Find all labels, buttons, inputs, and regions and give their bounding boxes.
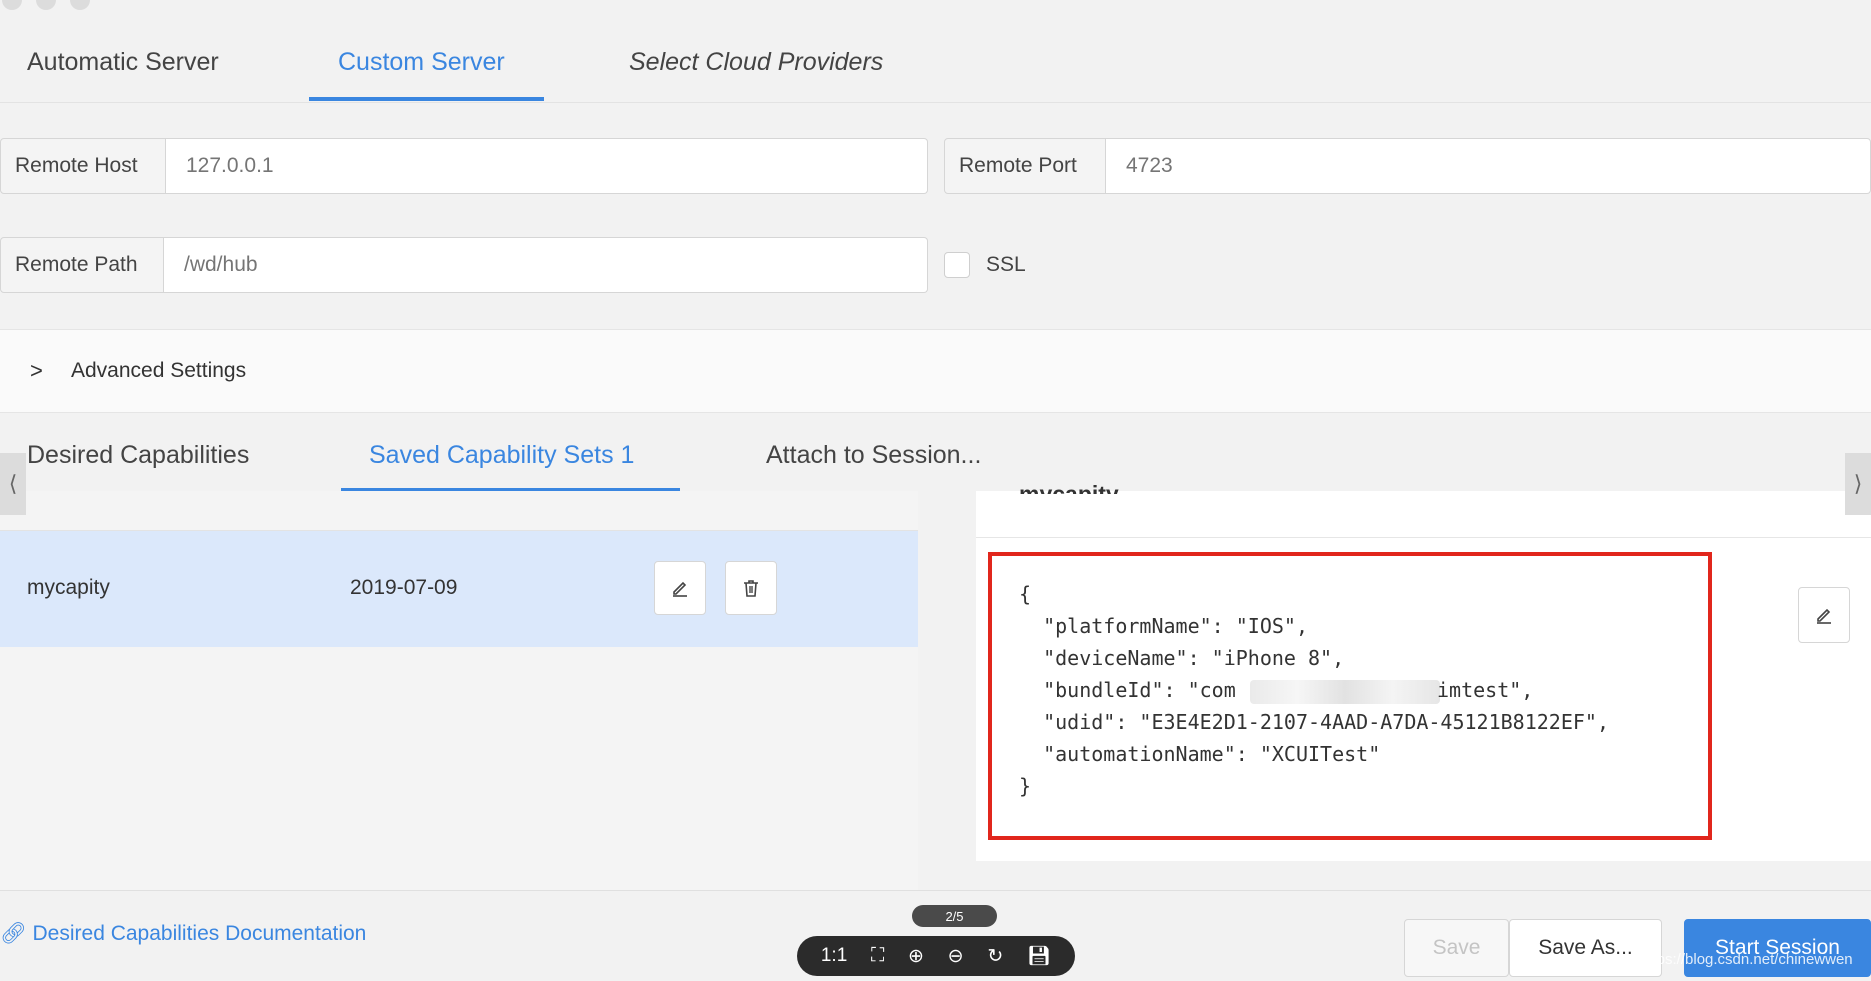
image-viewer-toolbar: 1:1 ⛶ ⊕ ⊖ ↻ 💾︎ [797,936,1075,976]
json-line: "automationName": "XCUITest" [1019,742,1381,766]
fit-icon[interactable]: ⛶ [871,945,884,967]
remote-host-input[interactable] [166,138,928,194]
ssl-checkbox[interactable] [944,252,970,278]
delete-capability-button[interactable] [725,561,777,615]
capability-set-date: 2019-07-09 [350,576,458,599]
zoom-in-icon[interactable]: ⊕ [908,945,924,968]
remote-path-input[interactable] [164,237,928,293]
next-image-arrow[interactable]: ⟩ [1845,453,1871,515]
actual-size-button[interactable]: 1:1 [821,945,847,967]
remote-path-label: Remote Path [0,237,164,293]
edit-capability-button[interactable] [654,561,706,615]
watermark-text: https://blog.csdn.net/chinewwen [1640,951,1853,968]
json-line: "udid": "E3E4E2D1-2107-4AAD-A7DA-45121B8… [1019,710,1610,734]
window-minimize-dot[interactable] [36,0,56,10]
json-line: { [1019,582,1032,606]
capability-set-name: mycapity [27,576,110,599]
json-line: "bundleId": "com [1019,678,1236,702]
page-indicator: 2/5 [912,905,997,927]
detail-title: mycapity [1019,481,1119,494]
table-row[interactable] [0,531,918,647]
advanced-settings-panel[interactable] [0,329,1871,413]
edit-icon [673,581,687,597]
tab-custom-server[interactable]: Custom Server [338,48,505,77]
start-session-button[interactable]: Start Session [1684,919,1871,977]
window-close-dot[interactable] [2,0,22,10]
tab-saved-capability-sets[interactable]: Saved Capability Sets 1 [369,441,634,470]
chevron-right-icon[interactable]: > [30,358,43,384]
json-line: "deviceName": "iPhone 8", [1019,646,1345,670]
advanced-settings-label[interactable]: Advanced Settings [71,359,246,383]
zoom-out-icon[interactable]: ⊖ [948,945,964,968]
json-line: "platformName": "IOS", [1019,614,1308,638]
trash-icon [744,580,758,597]
server-tabs [0,30,1871,103]
edit-icon [1817,608,1831,624]
tab-attach-to-session[interactable]: Attach to Session... [766,441,981,470]
previous-image-arrow[interactable]: ⟨ [0,453,26,515]
link-icon: 🔗︎ [0,922,27,945]
ssl-label: SSL [986,253,1026,276]
detail-divider [976,537,1871,538]
window-maximize-dot[interactable] [70,0,90,10]
json-line: imtest", [1437,678,1534,702]
tab-cloud-providers[interactable]: Select Cloud Providers [629,48,883,77]
rotate-icon[interactable]: ↻ [987,945,1003,968]
footer-divider [0,890,1871,891]
tab-automatic-server[interactable]: Automatic Server [27,48,219,77]
redacted-blur [1250,680,1440,704]
remote-port-input[interactable] [1106,138,1871,194]
remote-port-label: Remote Port [944,138,1106,194]
edit-json-button[interactable] [1798,587,1850,643]
remote-host-label: Remote Host [0,138,166,194]
save-button[interactable]: Save [1404,919,1509,977]
save-as-button[interactable]: Save As... [1509,919,1662,977]
json-line: } [1019,774,1032,798]
save-icon[interactable]: 💾︎ [1027,944,1051,968]
active-tab-underline [309,97,544,101]
tab-desired-capabilities[interactable]: Desired Capabilities [27,441,249,470]
doc-link[interactable]: 🔗︎ Desired Capabilities Documentation [0,922,366,946]
doc-link-label[interactable]: Desired Capabilities Documentation [33,922,367,945]
